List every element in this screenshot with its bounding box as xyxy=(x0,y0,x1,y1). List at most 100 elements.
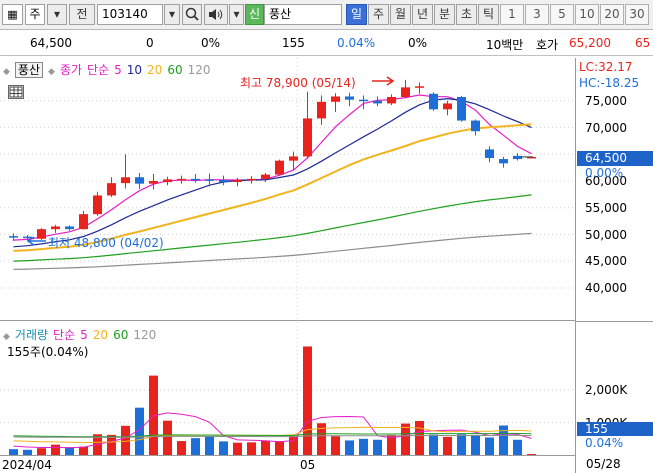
price-tick-label: 45,000 xyxy=(585,254,627,269)
volume-legend-name: 거래량 xyxy=(14,328,49,342)
candle-body xyxy=(303,118,312,157)
candle-body xyxy=(219,179,228,183)
diamond-icon: ◆ xyxy=(48,67,55,77)
stock-name-field[interactable]: 풍산 xyxy=(264,4,342,25)
stock-code-input[interactable]: 103140 xyxy=(97,4,163,25)
candle-body xyxy=(135,177,144,184)
interval-tab[interactable]: 3 xyxy=(525,4,549,25)
interval-tab[interactable]: 10 xyxy=(575,4,599,25)
period-tab[interactable]: 분 xyxy=(434,4,455,25)
current-price-marker: 64,500 xyxy=(577,151,653,166)
volume-bar xyxy=(499,425,508,455)
volume-bar xyxy=(275,441,284,455)
period-tab[interactable]: 월 xyxy=(390,4,411,25)
candle-body xyxy=(121,177,130,184)
search-button[interactable] xyxy=(182,4,202,25)
candle-body xyxy=(65,226,74,230)
table-view-button[interactable] xyxy=(8,85,24,99)
right-date: 05/28 xyxy=(586,457,621,471)
toolbar: ▦ 주 ▾ 전 103140 ▾ ▾ 신 풍산 일주월년분초틱 1 3 5 10 20 3… xyxy=(0,0,653,30)
interval-tab[interactable]: 5 xyxy=(550,4,574,25)
sound-dropdown-button[interactable]: ▾ xyxy=(229,4,244,25)
candle-body xyxy=(457,97,466,121)
chart-type-icon: ▦ xyxy=(7,8,18,21)
price-chart xyxy=(0,58,575,321)
volume-legend-ma20: 20 xyxy=(92,328,109,342)
type-select[interactable]: 주 xyxy=(25,4,45,25)
volume-bar xyxy=(415,420,424,455)
speaker-icon xyxy=(209,9,223,20)
prev-button[interactable]: 전 xyxy=(69,4,95,25)
stock-tag[interactable]: 풍산 xyxy=(14,62,44,78)
candle-body xyxy=(163,179,172,183)
volume-bar xyxy=(261,440,270,455)
current-volume-rate: 0.04% xyxy=(585,436,624,450)
volume-ma20-line xyxy=(13,426,532,444)
price-tick-label: 75,000 xyxy=(585,93,627,108)
other-rate: 0% xyxy=(408,36,428,50)
type-dropdown-arrow[interactable]: ▾ xyxy=(47,4,67,25)
interval-tab[interactable]: 1 xyxy=(500,4,524,25)
period-tab[interactable]: 초 xyxy=(456,4,477,25)
interval-tab[interactable]: 20 xyxy=(600,4,624,25)
price-chart-pane[interactable]: ◆ 풍산 ◆ 종가 단순 5 10 20 60 120 최고 78,900 (05/14) 최저 … xyxy=(0,58,575,321)
legend-ma60: 60 xyxy=(167,63,183,77)
period-tab[interactable]: 주 xyxy=(368,4,389,25)
credit-badge: 신 xyxy=(245,4,264,25)
period-tab[interactable]: 일 xyxy=(346,4,367,25)
chevron-down-icon: ▾ xyxy=(168,7,176,21)
candle-body xyxy=(37,229,46,239)
legend-ma20: 20 xyxy=(147,63,163,77)
volume-chart-pane[interactable]: ◆ 거래량 단순 5 20 60 120 155주(0.04%) xyxy=(0,322,575,455)
price-tick-label: 40,000 xyxy=(585,281,627,295)
current-price-rate: 0.00% xyxy=(585,166,624,180)
volume-bar xyxy=(303,346,312,455)
candle-body xyxy=(429,93,438,110)
trade-amount: 10백만 xyxy=(486,38,524,52)
volume-bar xyxy=(359,438,368,455)
volume-bar xyxy=(401,423,410,455)
volume-bar xyxy=(65,447,74,455)
price-tick-label: 50,000 xyxy=(585,227,627,242)
volume-legend-ma5: 5 xyxy=(80,328,88,342)
volume-bar xyxy=(457,434,466,455)
ma5-line xyxy=(13,94,532,241)
quote-bar: 64,500 0 0% 155 0.04% 0% 10백만 호가 65,200 … xyxy=(0,31,653,56)
legend-ma10: 10 xyxy=(126,63,143,77)
price-tick-label: 70,000 xyxy=(585,120,627,135)
high-arrow xyxy=(372,76,395,86)
interval-tab[interactable]: 30 xyxy=(625,4,649,25)
candle-body xyxy=(513,155,522,160)
legend-name: 종가 xyxy=(59,63,83,77)
legend-ma120: 120 xyxy=(187,63,211,77)
bid-price: 65 xyxy=(635,36,651,50)
chart-type-dropdown[interactable]: ▦ xyxy=(2,4,23,25)
volume-bar xyxy=(219,441,228,455)
axis-divider xyxy=(576,321,653,322)
current-volume-marker: 155 xyxy=(577,422,653,436)
sound-button[interactable] xyxy=(204,4,228,25)
ask-label: 호가 xyxy=(536,38,559,52)
volume-bar xyxy=(443,436,452,455)
lc-value: LC:32.17 xyxy=(579,60,633,74)
code-dropdown-button[interactable]: ▾ xyxy=(164,4,180,25)
volume-bar xyxy=(191,438,200,455)
candle-body xyxy=(373,100,382,104)
volume-bar xyxy=(289,436,298,455)
ma10-line xyxy=(13,97,532,248)
trade-volume: 155 xyxy=(282,36,305,50)
candle-body xyxy=(415,86,424,88)
candle-body xyxy=(485,149,494,158)
chevron-down-icon: ▾ xyxy=(233,7,240,21)
volume-bar xyxy=(205,436,214,455)
candle-body xyxy=(345,96,354,100)
chevron-down-icon: ▾ xyxy=(53,7,61,21)
date-label-april: 2024/04 xyxy=(2,458,52,472)
volume-bar xyxy=(37,448,46,455)
candle-body xyxy=(499,159,508,164)
period-tab[interactable]: 틱 xyxy=(478,4,499,25)
price-axis[interactable]: LC:32.17 HC:-18.25 75,000 70,000 60,000 55,… xyxy=(575,58,653,473)
period-tab[interactable]: 년 xyxy=(412,4,433,25)
candle-body xyxy=(317,101,326,119)
volume-tick-label: 2,000K xyxy=(585,383,628,398)
